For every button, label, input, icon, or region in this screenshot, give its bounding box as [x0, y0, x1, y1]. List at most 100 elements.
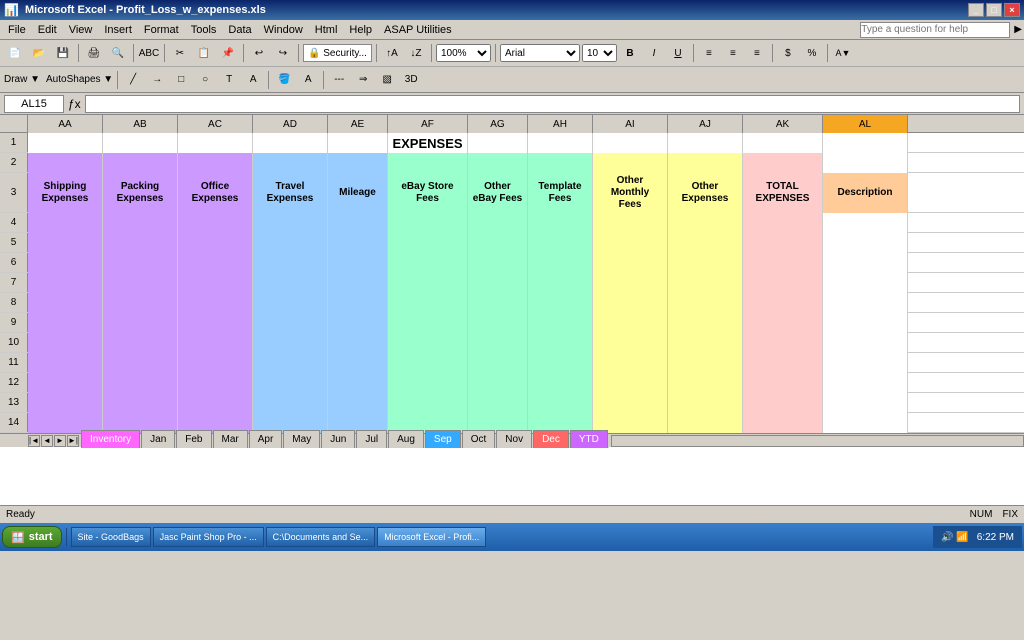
- cell-AA13[interactable]: [28, 393, 103, 413]
- cell-AH6[interactable]: [528, 253, 593, 273]
- tab-next-btn[interactable]: ►: [54, 435, 66, 447]
- line-btn[interactable]: ╱: [122, 70, 144, 90]
- menu-view[interactable]: View: [63, 23, 99, 37]
- cell-AD12[interactable]: [253, 373, 328, 393]
- open-btn[interactable]: 📂: [28, 43, 50, 63]
- security-btn[interactable]: 🔒 Security...: [303, 44, 372, 62]
- cell-AG4[interactable]: [468, 213, 528, 233]
- fill-btn[interactable]: 🪣: [273, 70, 295, 90]
- cell-AB13[interactable]: [103, 393, 178, 413]
- cell-AL7[interactable]: [823, 273, 908, 293]
- cell-AI12[interactable]: [593, 373, 668, 393]
- cell-AK6[interactable]: [743, 253, 823, 273]
- cell-AL10[interactable]: [823, 333, 908, 353]
- align-center-btn[interactable]: ≡: [722, 43, 744, 63]
- h-scroll-track[interactable]: [611, 435, 1024, 447]
- cell-AJ4[interactable]: [668, 213, 743, 233]
- copy-btn[interactable]: 📋: [193, 43, 215, 63]
- cell-AB8[interactable]: [103, 293, 178, 313]
- tab-jan[interactable]: Jan: [141, 430, 175, 448]
- cell-AF5[interactable]: [388, 233, 468, 253]
- taskbar-item-3[interactable]: C:\Documents and Se...: [266, 527, 376, 547]
- save-btn[interactable]: 💾: [52, 43, 74, 63]
- cell-AC6[interactable]: [178, 253, 253, 273]
- tab-may[interactable]: May: [283, 430, 320, 448]
- close-btn[interactable]: ×: [1004, 3, 1020, 17]
- tab-nav-arrows[interactable]: |◄ ◄ ► ►|: [28, 435, 79, 447]
- cell-AI6[interactable]: [593, 253, 668, 273]
- cell-AE12[interactable]: [328, 373, 388, 393]
- cell-AF6[interactable]: [388, 253, 468, 273]
- cell-AH11[interactable]: [528, 353, 593, 373]
- cell-AG7[interactable]: [468, 273, 528, 293]
- cell-AK9[interactable]: [743, 313, 823, 333]
- cell-AG8[interactable]: [468, 293, 528, 313]
- shadow-btn[interactable]: ▧: [376, 70, 398, 90]
- cell-AL8[interactable]: [823, 293, 908, 313]
- cell-AC4[interactable]: [178, 213, 253, 233]
- cell-AB1[interactable]: [103, 133, 178, 153]
- tab-jun[interactable]: Jun: [321, 430, 355, 448]
- cell-AC7[interactable]: [178, 273, 253, 293]
- cell-AD10[interactable]: [253, 333, 328, 353]
- tab-oct[interactable]: Oct: [462, 430, 496, 448]
- cell-AD11[interactable]: [253, 353, 328, 373]
- cell-AD7[interactable]: [253, 273, 328, 293]
- cell-AE1[interactable]: [328, 133, 388, 153]
- cell-AC10[interactable]: [178, 333, 253, 353]
- maximize-btn[interactable]: □: [986, 3, 1002, 17]
- col-header-AA[interactable]: AA: [28, 115, 103, 133]
- tab-dec[interactable]: Dec: [533, 430, 569, 448]
- cell-AH9[interactable]: [528, 313, 593, 333]
- cell-AG2[interactable]: [468, 153, 528, 173]
- cell-AI2[interactable]: [593, 153, 668, 173]
- col-header-AK[interactable]: AK: [743, 115, 823, 133]
- cell-AI1[interactable]: [593, 133, 668, 153]
- taskbar-item-2[interactable]: Jasc Paint Shop Pro - ...: [153, 527, 264, 547]
- cell-AI10[interactable]: [593, 333, 668, 353]
- tab-ytd[interactable]: YTD: [570, 430, 608, 448]
- cell-AE5[interactable]: [328, 233, 388, 253]
- cell-AI11[interactable]: [593, 353, 668, 373]
- cell-AF13[interactable]: [388, 393, 468, 413]
- menu-insert[interactable]: Insert: [98, 23, 138, 37]
- cell-AD13[interactable]: [253, 393, 328, 413]
- cell-AA2[interactable]: [28, 153, 103, 173]
- cell-AI5[interactable]: [593, 233, 668, 253]
- 3d-btn[interactable]: 3D: [400, 70, 422, 90]
- cell-AE9[interactable]: [328, 313, 388, 333]
- cell-AH3-template[interactable]: Template Fees: [528, 173, 593, 213]
- fill-color-btn[interactable]: A▼: [832, 43, 854, 63]
- tab-jul[interactable]: Jul: [356, 430, 387, 448]
- col-header-AE[interactable]: AE: [328, 115, 388, 133]
- tab-prev-btn[interactable]: ◄: [41, 435, 53, 447]
- tab-feb[interactable]: Feb: [176, 430, 211, 448]
- cell-AK10[interactable]: [743, 333, 823, 353]
- cell-AJ6[interactable]: [668, 253, 743, 273]
- cell-AH12[interactable]: [528, 373, 593, 393]
- cell-AL3-description[interactable]: Description: [823, 173, 908, 213]
- cell-AJ1[interactable]: [668, 133, 743, 153]
- cell-AG12[interactable]: [468, 373, 528, 393]
- cell-AB10[interactable]: [103, 333, 178, 353]
- cell-AC13[interactable]: [178, 393, 253, 413]
- dollar-btn[interactable]: $: [777, 43, 799, 63]
- cell-AD1[interactable]: [253, 133, 328, 153]
- cell-AJ3-other-expenses[interactable]: Other Expenses: [668, 173, 743, 213]
- sort-desc-btn[interactable]: ↓Z: [405, 43, 427, 63]
- cell-AI13[interactable]: [593, 393, 668, 413]
- cell-AI7[interactable]: [593, 273, 668, 293]
- menu-file[interactable]: File: [2, 23, 32, 37]
- col-header-AB[interactable]: AB: [103, 115, 178, 133]
- cell-AC12[interactable]: [178, 373, 253, 393]
- cell-AL1[interactable]: [823, 133, 908, 153]
- new-btn[interactable]: 📄: [4, 43, 26, 63]
- cell-AE10[interactable]: [328, 333, 388, 353]
- tab-aug[interactable]: Aug: [388, 430, 424, 448]
- zoom-select[interactable]: 100%: [436, 44, 491, 62]
- cell-AL4[interactable]: [823, 213, 908, 233]
- cell-AJ14[interactable]: [668, 413, 743, 433]
- menu-edit[interactable]: Edit: [32, 23, 63, 37]
- cell-AA11[interactable]: [28, 353, 103, 373]
- cell-AE6[interactable]: [328, 253, 388, 273]
